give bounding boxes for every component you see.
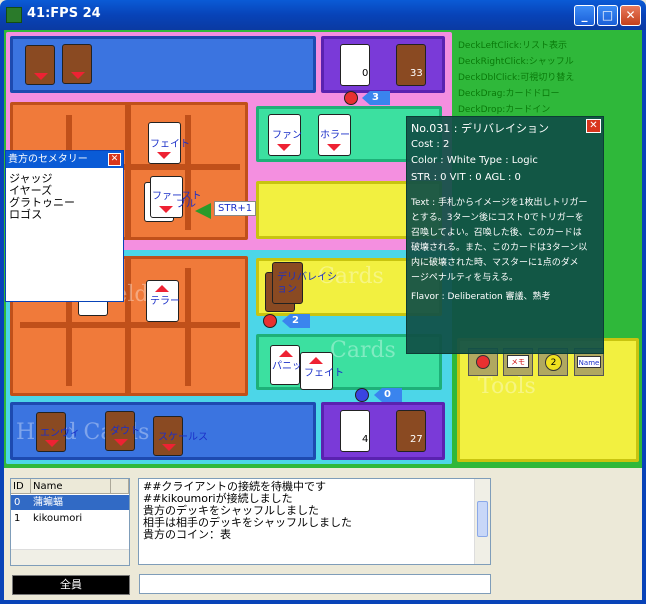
card-detail-color: Color : White Type : Logic bbox=[411, 155, 538, 166]
player-row[interactable]: 1 kikoumori bbox=[11, 511, 129, 526]
name-icon: Name bbox=[577, 356, 601, 368]
card-detail-title: No.031 : デリバレイション bbox=[411, 122, 549, 135]
chat-line: 貴方のコイン：表 bbox=[143, 528, 231, 541]
hint-text: DeckDrop:カードイン bbox=[458, 105, 551, 115]
field-card-label: フェイト bbox=[150, 139, 190, 150]
card-detail-text: ージペナルティを与える。 bbox=[411, 273, 519, 283]
monster-card-label: フェイト bbox=[304, 368, 344, 379]
player-id: 1 bbox=[14, 513, 21, 524]
player-deck[interactable] bbox=[396, 410, 426, 452]
player-name: 蒲蝙蝠 bbox=[33, 497, 63, 508]
opponent-hand-card[interactable] bbox=[25, 45, 55, 85]
red-marker-icon bbox=[476, 355, 490, 369]
opponent-counter-dot[interactable] bbox=[344, 91, 358, 105]
opponent-hand-zone[interactable] bbox=[10, 36, 316, 93]
card-detail-text: 破壊される。また、このカードは3ターン以 bbox=[411, 243, 588, 253]
cemetery-close-button[interactable]: ✕ bbox=[108, 153, 121, 166]
card-detail-stats: STR : 0 VIT : 0 AGL : 0 bbox=[411, 172, 521, 183]
opponent-hand-card[interactable] bbox=[62, 44, 92, 84]
player-row[interactable]: 0 蒲蝙蝠 bbox=[11, 495, 129, 510]
opponent-discard-pile[interactable] bbox=[340, 44, 370, 86]
player-name: kikoumori bbox=[33, 513, 83, 524]
arrow-marker-icon[interactable] bbox=[195, 203, 211, 219]
hint-text: DeckRightClick:シャッフル bbox=[458, 57, 574, 67]
monster-card-label: ホラー bbox=[320, 130, 350, 141]
hint-text: DeckDrag:カードドロー bbox=[458, 89, 560, 99]
card-detail-popup: No.031 : デリバレイション ✕ Cost : 2 Color : Whi… bbox=[406, 116, 604, 354]
field-card-label: ブル bbox=[176, 199, 196, 210]
player-id: 0 bbox=[14, 497, 21, 508]
hand-card-label: ダウト bbox=[110, 426, 140, 437]
chat-scroll-thumb[interactable] bbox=[477, 501, 488, 537]
cemetery-title: 貴方のセメタリー bbox=[6, 151, 123, 168]
player-discard-pile[interactable] bbox=[340, 410, 370, 452]
opponent-deck-count: 33 bbox=[410, 68, 423, 79]
cemetery-item[interactable]: ロゴス bbox=[9, 206, 42, 222]
window-title: 41:FPS 24 bbox=[27, 6, 101, 21]
field-divider bbox=[185, 115, 191, 230]
logic-card-label: デリバレイシ ョン bbox=[277, 272, 337, 295]
card-detail-text: Text : 手札からイメージを1枚出しトリガー bbox=[411, 198, 588, 208]
tools-watermark: Tools bbox=[478, 374, 536, 399]
coin-icon: 2 bbox=[545, 354, 562, 371]
opponent-deck[interactable] bbox=[396, 44, 426, 86]
chat-scrollbar[interactable] bbox=[474, 479, 490, 564]
player-list-header-id[interactable]: ID bbox=[11, 479, 31, 494]
card-detail-cost: Cost : 2 bbox=[411, 139, 450, 150]
hint-text: DeckLeftClick:リスト表示 bbox=[458, 41, 568, 51]
maximize-button[interactable]: □ bbox=[597, 5, 618, 26]
hint-text: DeckDblClick:可視切り替え bbox=[458, 73, 575, 83]
field-divider bbox=[125, 105, 131, 237]
minimize-button[interactable]: _ bbox=[574, 5, 595, 26]
hand-card-label: エンヴィ bbox=[40, 428, 80, 439]
arrow-label: STR+1 bbox=[214, 201, 257, 216]
chat-input[interactable] bbox=[139, 574, 491, 594]
player-deck-count: 27 bbox=[410, 434, 423, 445]
player-list-header-name[interactable]: Name bbox=[31, 479, 111, 494]
card-detail-flavor: Flavor : Deliberation 審議、熟考 bbox=[411, 292, 551, 302]
card-detail-text: 内に破壊された時、マスターに1点のダメ bbox=[411, 258, 579, 268]
card-detail-text: 召喚してよい。召喚した後、このカードは bbox=[411, 228, 582, 238]
close-button[interactable]: ✕ bbox=[620, 5, 641, 26]
field-divider bbox=[20, 322, 240, 328]
send-target-button[interactable]: 全員 bbox=[12, 575, 130, 595]
monster-card-label: ファン bbox=[272, 130, 302, 141]
cards-watermark: Cards bbox=[330, 338, 396, 363]
player-list-header-extra bbox=[111, 479, 129, 494]
player-counter-dot[interactable] bbox=[355, 388, 369, 402]
memo-icon: メモ bbox=[507, 355, 529, 368]
player-list[interactable]: ID Name 0 蒲蝙蝠 1 kikoumori bbox=[10, 478, 130, 566]
popup-close-button[interactable]: ✕ bbox=[586, 119, 601, 133]
card-detail-text: とする。3ターン後にコスト0でトリガーを bbox=[411, 213, 584, 223]
app-icon bbox=[6, 7, 22, 23]
player-discard-count: 4 bbox=[362, 434, 369, 445]
chat-log[interactable]: ##クライアントの接続を待機中です ##kikoumoriが接続しました 貴方の… bbox=[138, 478, 491, 565]
field-counter-dot[interactable] bbox=[263, 314, 277, 328]
cemetery-window[interactable]: 貴方のセメタリー ✕ ジャッジ イヤーズ グラトゥニー ロゴス bbox=[5, 150, 124, 302]
field-card-label: テラー bbox=[150, 296, 180, 307]
hand-card-label: スケールス bbox=[158, 432, 208, 443]
opponent-discard-count: 0 bbox=[362, 68, 369, 79]
player-list-scrollbar[interactable] bbox=[11, 549, 129, 565]
